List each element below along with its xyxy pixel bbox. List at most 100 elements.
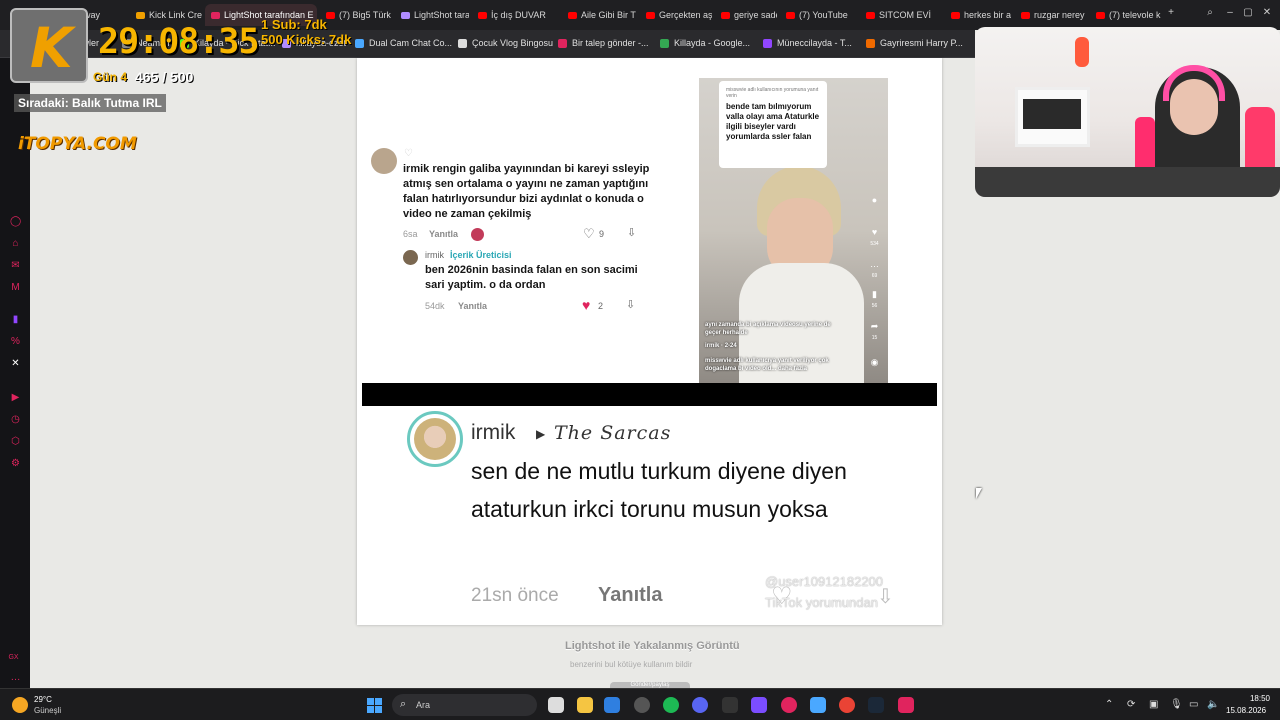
tab-favicon [646,11,655,19]
close-icon[interactable]: ✕ [1262,8,1272,18]
twitch-icon[interactable]: ▮ [10,314,21,325]
like-icon[interactable]: ♡ [583,226,595,242]
streaming-app-icon[interactable] [898,697,914,713]
history-icon[interactable]: ◷ [10,414,21,425]
like-filled-icon[interactable]: ♥ [582,297,590,313]
dislike-icon[interactable]: ⇩ [626,298,635,311]
settings-icon[interactable]: ⚙ [10,458,21,469]
bookmark-item[interactable]: Çocuk Vlog Bingosu [458,38,553,48]
tray-app-icon[interactable]: ⟳ [1127,699,1135,710]
reply-button[interactable]: Yanıtla [458,301,487,311]
browser-tab[interactable]: LightShot tara [395,4,469,26]
shop-icon[interactable]: ⌂ [10,238,21,249]
bubble-text: bende tam bılmıyorum valla olayı ama Ata… [726,102,820,141]
outlook-icon[interactable] [604,697,620,713]
lightshot-links[interactable]: benzerini bul kötüye kullanım bildir [570,660,692,669]
dislike-icon[interactable]: ⇩ [627,226,636,239]
bookmark-label: Bir talep gönder -... [572,38,649,48]
bookmark-item[interactable]: Dual Cam Chat Co... [355,38,452,48]
extensions-icon[interactable]: ⬡ [10,436,21,447]
browser-tab[interactable]: İç dış DUVAR [472,4,558,26]
browser-tab[interactable]: Aile Gibi Bir T [562,4,638,26]
percent-icon[interactable]: % [10,336,21,347]
browser-tab[interactable]: (7) YouTube [780,4,856,26]
bookmark-item[interactable]: Gayriresmi Harry P... [866,38,963,48]
tab-favicon [1096,11,1105,19]
share-icon[interactable]: ➦ [870,322,879,331]
discord-icon[interactable] [692,697,708,713]
microphone-icon[interactable]: 🎙 [1170,699,1183,710]
mail-icon[interactable]: M [10,282,21,293]
opera-gx-icon[interactable] [781,697,797,713]
browser-tab[interactable]: ruzgar nerey [1015,4,1087,26]
like-count: 9 [599,229,605,239]
tray-folder-icon[interactable]: ▣ [1149,699,1158,710]
bookmark-item[interactable]: Bir talep gönder -... [558,38,649,48]
weather-temp[interactable]: 29°C [34,695,52,704]
sound-disc-icon[interactable]: ◉ [870,358,879,367]
search-tabs-icon[interactable]: ⌕ [1205,8,1215,18]
chevron-up-icon[interactable]: ⌃ [1105,699,1113,710]
browser-tab[interactable]: geriye sadec [715,4,777,26]
creator-badge: İçerik Üreticisi [450,250,512,260]
messenger-icon[interactable]: ✉ [10,260,21,271]
comment-icon[interactable]: … [870,260,879,269]
weather-desc[interactable]: Güneşli [34,706,61,715]
opera-icon[interactable]: ◯ [10,216,21,227]
maximize-icon[interactable]: ▢ [1243,8,1253,18]
like-icon[interactable]: ♥ [870,228,879,237]
notepad-icon[interactable] [810,697,826,713]
creator-avatar-icon[interactable]: ● [870,196,879,205]
bookmark-label: Dual Cam Chat Co... [369,38,453,48]
spotify-icon[interactable] [663,697,679,713]
gx-icon[interactable]: GX [8,652,19,663]
new-tab-button[interactable]: + [1166,8,1176,18]
x-icon[interactable]: ✕ [10,358,21,369]
calculator-icon[interactable] [751,697,767,713]
commenter-avatar [371,148,397,174]
obs-icon[interactable] [634,697,650,713]
watermark-user: @user10912182200 [765,574,884,589]
steam-icon[interactable] [868,697,884,713]
browser-tab[interactable]: SITCOM EVİ [860,4,942,26]
network-icon[interactable]: ▭ [1189,699,1198,710]
creator-avatar [403,250,418,265]
tab-favicon [951,11,960,19]
more-icon[interactable]: … [10,672,21,683]
volume-icon[interactable]: 🔈 [1207,699,1219,710]
bookmark-item[interactable]: Killayda - Google... [660,38,750,48]
tab-favicon [1021,11,1030,19]
bookmark-favicon [763,38,772,48]
task-view-icon[interactable] [548,697,564,713]
clock-time[interactable]: 18:50 [1244,694,1270,703]
bookmark-item[interactable]: Müneccilayda - T... [763,38,852,48]
comments-count: 69 [871,273,878,279]
browser-tab[interactable]: Gerçekten aş [640,4,712,26]
reply-button[interactable]: Yanıtla [598,584,662,607]
bookmark-icon[interactable]: ▮ [870,290,879,299]
lightshot-image: ♡ irmik rengin galiba yayınından bi kare… [357,58,942,625]
sun-icon[interactable] [12,697,28,713]
video-author-name: irmik [705,343,720,349]
minimize-icon[interactable]: – [1225,8,1235,18]
comment-author: irmik [471,421,516,444]
clock-date[interactable]: 15.08.2026 [1226,706,1266,715]
likes-count: 534 [870,241,879,247]
app-icon[interactable] [722,697,738,713]
tab-label: geriye sadec [734,10,777,20]
chrome-icon[interactable] [839,697,855,713]
comment-time: 6sa [403,229,418,239]
monitor [1023,99,1081,129]
next-up-label: Sıradaki: Balık Tutma IRL [14,94,166,112]
lightshot-title: Lightshot ile Yakalanmış Görüntü [565,640,740,652]
browser-tab[interactable]: (7) televole k [1090,4,1162,26]
browser-tab[interactable]: herkes bir ara [945,4,1011,26]
start-button[interactable] [367,698,382,713]
player-icon[interactable]: ▶ [10,392,21,403]
reply-time: 54dk [425,301,445,311]
taskbar-search[interactable]: ⌕ Ara [392,694,537,716]
browser-tab[interactable]: (7) Big5 Türk [320,4,392,26]
file-explorer-icon[interactable] [577,697,593,713]
reply-button[interactable]: Yanıtla [429,229,458,239]
watermark-source: TikTok yorumundan [765,595,878,610]
